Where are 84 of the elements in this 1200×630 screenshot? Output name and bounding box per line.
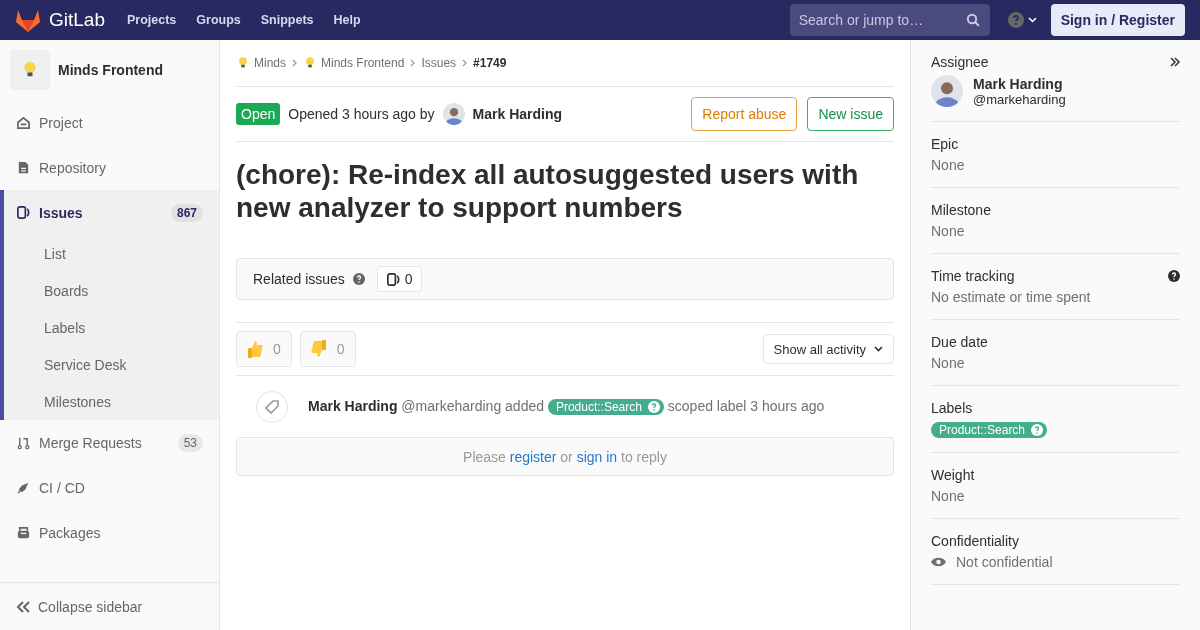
sidebar-item[interactable]: Issues 867: [4, 190, 219, 235]
sidebar-heading: Weight: [931, 467, 975, 484]
sidebar-heading: Assignee: [931, 54, 989, 70]
register-link[interactable]: register: [509, 448, 557, 465]
new-issue-button[interactable]: New issue: [807, 97, 894, 131]
status-badge: Open: [236, 103, 281, 125]
thumbs-up-icon: [247, 340, 263, 358]
activity-text: Mark Harding @markeharding added Product::Search scoped label 3 hours ago: [308, 397, 825, 416]
nav-link[interactable]: Help: [333, 13, 361, 27]
issues-icon: [385, 271, 401, 287]
nav-link[interactable]: Snippets: [260, 13, 314, 27]
lightbulb-icon: [303, 56, 317, 70]
document-icon: [16, 160, 31, 175]
sidebar-value: No estimate or time spent: [931, 289, 1092, 305]
search-field[interactable]: Search or jump to…: [789, 4, 990, 36]
sidebar-subitem[interactable]: Milestones: [4, 383, 219, 420]
activity-filter-dropdown[interactable]: Show all activity: [762, 334, 894, 364]
breadcrumb-link[interactable]: Issues: [421, 56, 457, 70]
breadcrumb-link[interactable]: #1749: [473, 56, 507, 70]
sidebar-heading: Milestone: [931, 202, 991, 218]
project-name[interactable]: Minds Frontend: [58, 62, 163, 78]
sidebar-value: None: [931, 157, 966, 173]
help-dropdown[interactable]: [1007, 12, 1037, 28]
fox-logo-icon[interactable]: [15, 8, 41, 32]
count-badge: 867: [170, 203, 203, 222]
caret-icon: [1027, 17, 1037, 23]
sidebar-value: None: [931, 223, 966, 239]
sidebar-item[interactable]: Project: [0, 100, 219, 145]
report-abuse-button[interactable]: Report abuse: [691, 97, 798, 131]
avatar-icon: [442, 103, 465, 125]
assignee-handle: @markeharding: [973, 91, 1066, 107]
sign-in-link[interactable]: sign in: [576, 448, 618, 465]
caret-icon: [874, 346, 883, 352]
sidebar-item[interactable]: Packages: [0, 510, 219, 555]
tag-icon: [265, 399, 279, 414]
avatar-icon: [931, 75, 963, 107]
related-issues-heading: Related issues: [253, 271, 345, 287]
count-badge: 53: [177, 433, 203, 452]
sidebar-item[interactable]: Repository: [0, 145, 219, 190]
sidebar-subitem[interactable]: Service Desk: [4, 346, 219, 383]
chevron-icon: [410, 59, 416, 67]
sidebar-value: Not confidential: [956, 554, 1053, 571]
sidebar-item[interactable]: CI / CD: [0, 465, 219, 510]
double-chevron-icon: [16, 600, 30, 613]
sign-in-button[interactable]: Sign in / Register: [1050, 4, 1185, 36]
sidebar-heading: Time tracking: [931, 268, 1015, 284]
help-icon: [352, 273, 365, 285]
related-count-badge: 0: [376, 266, 422, 292]
thumbs-down-icon: [310, 340, 327, 358]
sidebar-heading: Labels: [931, 400, 973, 416]
assignee-name[interactable]: Mark Harding: [973, 75, 1066, 92]
breadcrumb-link[interactable]: Minds Frontend: [303, 56, 405, 70]
help-icon: [647, 401, 660, 414]
package-icon: [16, 525, 31, 540]
expand-icon[interactable]: [1170, 57, 1180, 67]
author-link[interactable]: Mark Harding: [472, 106, 563, 122]
breadcrumb-link[interactable]: Minds: [236, 56, 286, 70]
sidebar-subitem[interactable]: List: [4, 235, 219, 272]
lightbulb-icon: [236, 56, 250, 70]
logo-text[interactable]: GitLab: [49, 9, 105, 31]
sidebar-heading: Due date: [931, 334, 988, 350]
search-icon: [965, 13, 980, 27]
help-icon: [1007, 12, 1024, 28]
sidebar-heading: Epic: [931, 136, 959, 152]
sidebar-heading: Confidentiality: [931, 533, 1019, 550]
sidebar-subitem[interactable]: Labels: [4, 309, 219, 346]
nav-link[interactable]: Projects: [127, 13, 177, 27]
chevron-icon: [462, 59, 468, 67]
sidebar-value: None: [931, 488, 966, 505]
rocket-icon: [16, 480, 31, 495]
merge-icon: [16, 435, 31, 450]
sidebar-item[interactable]: Merge Requests 53: [0, 420, 219, 465]
sidebar-subitem[interactable]: Boards: [4, 272, 219, 309]
sidebar-value: None: [931, 355, 966, 371]
nav-link[interactable]: Groups: [196, 13, 241, 27]
issues-icon: [16, 205, 31, 220]
opened-text: Opened 3 hours ago by: [288, 106, 435, 122]
issue-title: (chore): Re-index all autosuggested users with new analyzer to support numbers: [236, 158, 860, 224]
eye-icon: [931, 556, 946, 569]
reply-prompt: Please register or sign in to reply: [236, 437, 894, 476]
chevron-icon: [292, 59, 297, 67]
home-icon: [16, 115, 31, 130]
help-icon: [1168, 270, 1180, 282]
help-icon: [1031, 424, 1044, 437]
